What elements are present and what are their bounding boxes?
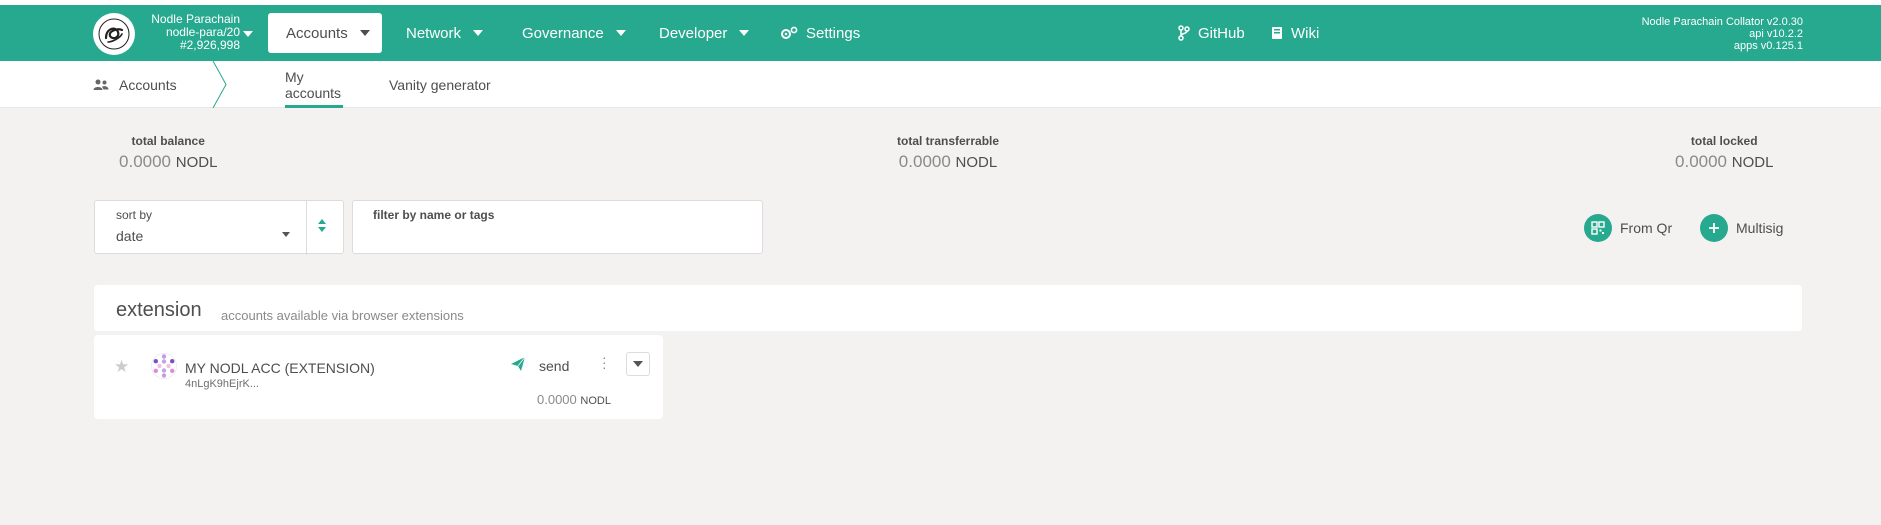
tab-my-accounts-label: My accounts xyxy=(285,68,342,101)
filter-input[interactable] xyxy=(371,227,741,247)
value-int: 0. xyxy=(1675,152,1690,171)
expand-toggle[interactable] xyxy=(626,352,650,376)
nav-wiki-label: Wiki xyxy=(1291,24,1320,42)
chevron-down-icon xyxy=(615,30,626,36)
multisig-label: Multisig xyxy=(1736,220,1784,236)
divider xyxy=(306,201,307,255)
filter-label: filter by name or tags xyxy=(373,208,495,222)
nav-network[interactable]: Network xyxy=(406,13,484,53)
node-version: Nodle Parachain Collator v2.0.30 xyxy=(1641,16,1803,28)
nav-settings-label: Settings xyxy=(806,24,861,42)
chevron-down-icon xyxy=(633,361,643,367)
star-icon[interactable]: ★ xyxy=(114,357,129,377)
balance-unit: NODL xyxy=(580,395,611,407)
nav-wiki[interactable]: Wiki xyxy=(1271,13,1319,53)
summary-total-balance: total balance 0.0000 NODL xyxy=(119,134,217,172)
breadcrumb-chevron-icon xyxy=(212,61,227,108)
section-description: accounts available via browser extension… xyxy=(221,308,464,323)
tab-vanity-generator[interactable]: Vanity generator xyxy=(389,61,491,108)
filter-field[interactable]: filter by name or tags xyxy=(352,200,763,254)
summary-label: total transferrable xyxy=(897,134,1000,148)
block-number: #2,926,998 xyxy=(179,38,240,52)
chain-logo[interactable] xyxy=(93,13,135,55)
balance-dec: 0000 xyxy=(547,392,577,407)
sort-by-value: date xyxy=(116,228,144,244)
sort-up-icon xyxy=(318,219,326,224)
chevron-down-icon xyxy=(282,232,290,237)
value-unit: NODL xyxy=(1731,154,1774,171)
value-dec: 0000 xyxy=(912,152,951,171)
summary-value: 0.0000 NODL xyxy=(119,152,217,172)
summary-total-locked: total locked 0.0000 NODL xyxy=(1675,134,1773,172)
main-content: total balance 0.0000 NODL total transfer… xyxy=(0,108,1881,525)
multisig-button[interactable]: Multisig xyxy=(1700,214,1783,242)
sort-down-icon xyxy=(318,227,326,232)
nav-developer[interactable]: Developer xyxy=(659,13,750,53)
account-name[interactable]: MY NODL ACC (EXTENSION) xyxy=(185,360,375,376)
chevron-down-icon xyxy=(473,30,484,36)
tab-my-accounts[interactable]: My accounts xyxy=(270,61,358,108)
nav-settings[interactable]: Settings xyxy=(780,13,860,53)
users-icon xyxy=(93,79,109,90)
value-dec: 0000 xyxy=(133,152,172,171)
more-options-icon[interactable]: · · · xyxy=(602,350,607,374)
cogs-icon xyxy=(781,26,798,39)
qrcode-icon xyxy=(1584,214,1612,242)
chevron-down-icon xyxy=(359,30,370,36)
send-button[interactable]: send xyxy=(539,358,569,374)
api-version: api v10.2.2 xyxy=(1749,28,1803,40)
nav-governance-label: Governance xyxy=(522,24,604,42)
nav-github[interactable]: GitHub xyxy=(1178,13,1245,53)
nav-accounts-label: Accounts xyxy=(286,24,348,42)
chevron-down-icon[interactable] xyxy=(243,31,253,37)
extension-section-header: extension accounts available via browser… xyxy=(94,285,1802,331)
value-unit: NODL xyxy=(955,154,998,171)
summary-value: 0.0000 NODL xyxy=(1675,152,1773,172)
paper-plane-icon[interactable] xyxy=(510,356,526,372)
summary-total-transferrable: total transferrable 0.0000 NODL xyxy=(897,134,999,172)
sort-by-dropdown[interactable]: sort by date xyxy=(94,200,344,255)
tab-vanity-generator-label: Vanity generator xyxy=(389,76,491,93)
node-version-info: Nodle Parachain Collator v2.0.30 api v10… xyxy=(1642,16,1803,52)
value-unit: NODL xyxy=(175,154,218,171)
account-row: ★ MY NODL ACC (EXTENSION) 4nLgK9hEjrK...… xyxy=(94,335,663,419)
account-balance: 0.0000 NODL xyxy=(537,392,611,407)
nav-accounts[interactable]: Accounts xyxy=(268,13,382,53)
apps-version: apps v0.125.1 xyxy=(1733,40,1803,52)
chevron-down-icon xyxy=(739,30,750,36)
section-title: extension xyxy=(116,299,202,321)
nav-github-label: GitHub xyxy=(1198,24,1245,42)
value-dec: 0000 xyxy=(1689,152,1728,171)
sort-direction-toggle[interactable] xyxy=(318,219,326,232)
summary-label: total locked xyxy=(1690,134,1758,148)
sub-navbar: Accounts My accounts Vanity generator xyxy=(0,61,1881,108)
chain-selector[interactable]: Nodle Parachain nodle-para/20 #2,926,998 xyxy=(140,13,240,52)
value-int: 0. xyxy=(119,152,134,171)
nav-governance[interactable]: Governance xyxy=(522,13,626,53)
identicon[interactable] xyxy=(151,353,177,379)
top-navbar: Nodle Parachain nodle-para/20 #2,926,998… xyxy=(0,5,1881,61)
sort-by-label: sort by xyxy=(116,208,153,222)
balance-int: 0. xyxy=(537,392,548,407)
code-branch-icon xyxy=(1178,25,1190,41)
value-int: 0. xyxy=(898,152,913,171)
from-qr-button[interactable]: From Qr xyxy=(1584,214,1672,242)
nav-network-label: Network xyxy=(406,24,462,42)
book-icon xyxy=(1272,27,1282,39)
summary-label: total balance xyxy=(131,134,205,148)
account-address[interactable]: 4nLgK9hEjrK... xyxy=(185,378,259,390)
from-qr-label: From Qr xyxy=(1620,220,1673,236)
summary-value: 0.0000 NODL xyxy=(897,152,999,172)
breadcrumb-label: Accounts xyxy=(119,76,177,93)
nav-developer-label: Developer xyxy=(659,24,728,42)
breadcrumb: Accounts xyxy=(93,61,177,108)
nodle-logo-icon xyxy=(98,18,130,50)
plus-icon xyxy=(1700,214,1728,242)
